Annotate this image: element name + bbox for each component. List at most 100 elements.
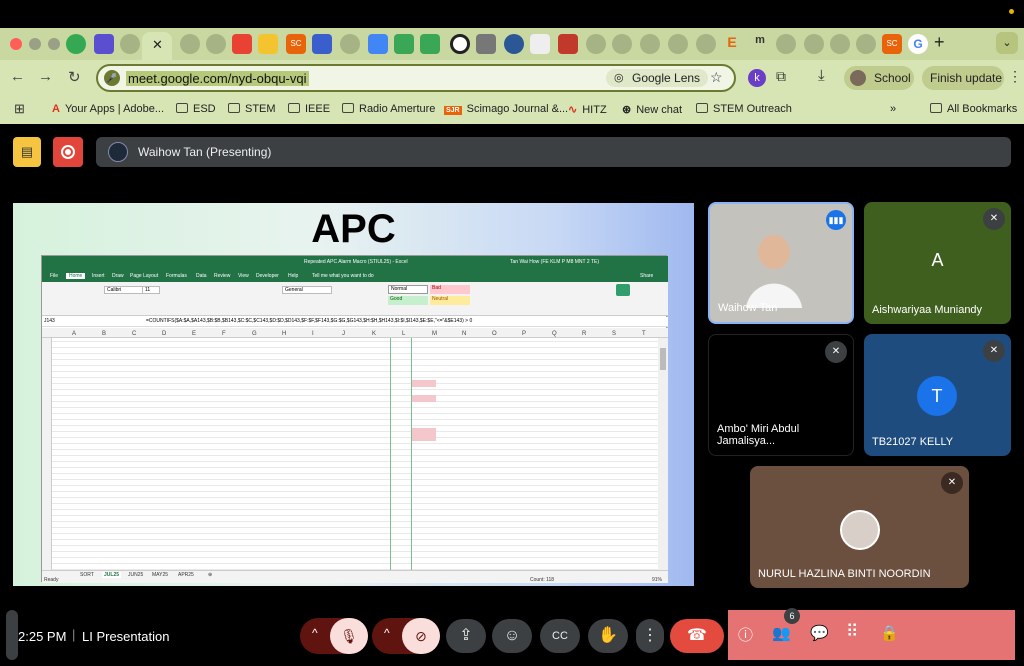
style-bad[interactable]: Bad — [430, 285, 470, 294]
column-header[interactable]: L — [402, 331, 405, 337]
tab-favicon[interactable] — [530, 34, 550, 54]
participant-tile-waihow[interactable]: ▮▮▮ Waihow Tan — [708, 202, 854, 324]
column-header[interactable]: M — [432, 331, 437, 337]
column-header[interactable]: Q — [552, 331, 557, 337]
scrollbar-thumb[interactable] — [660, 348, 666, 370]
download-icon[interactable]: ⤓ — [818, 67, 825, 84]
bookmark-stem-outreach[interactable]: STEM Outreach — [696, 103, 792, 115]
column-header[interactable]: G — [252, 331, 257, 337]
finish-update-button[interactable]: Finish update — [922, 66, 1004, 90]
side-handle[interactable] — [6, 610, 18, 660]
tab-favicon[interactable] — [558, 34, 578, 54]
ribbon-tab[interactable]: Page Layout — [130, 273, 158, 279]
tab-favicon[interactable] — [856, 34, 876, 54]
close-window-button[interactable] — [10, 38, 22, 50]
address-bar[interactable]: 🎤 meet.google.com/nyd-obqu-vqi ◎ Google … — [96, 64, 736, 92]
column-header[interactable]: F — [222, 331, 226, 337]
bookmark-stem[interactable]: STEM — [228, 103, 276, 115]
recording-button[interactable] — [53, 137, 83, 167]
tab-favicon[interactable] — [504, 34, 524, 54]
tab-favicon[interactable] — [94, 34, 114, 54]
column-header[interactable]: H — [282, 331, 286, 337]
maximize-window-button[interactable] — [48, 38, 60, 50]
column-header[interactable]: B — [102, 331, 106, 337]
ribbon-tab[interactable]: View — [238, 273, 249, 279]
bookmark-adobe[interactable]: A Your Apps | Adobe... — [52, 103, 164, 115]
tab-favicon[interactable] — [476, 34, 496, 54]
url-text[interactable]: meet.google.com/nyd-obqu-vqi — [126, 71, 309, 86]
tab-favicon[interactable]: SC — [882, 34, 902, 54]
participant-tile-aishwariyaa[interactable]: ✕ A Aishwariyaa Muniandy — [864, 202, 1011, 324]
bookmark-new-chat[interactable]: ⊛ New chat — [622, 103, 682, 116]
tab-favicon[interactable] — [120, 34, 140, 54]
column-header[interactable]: S — [612, 331, 616, 337]
bookmark-ieee[interactable]: IEEE — [288, 103, 330, 115]
ribbon-tab[interactable]: Help — [288, 273, 298, 279]
style-good[interactable]: Good — [388, 296, 428, 305]
bookmark-star-icon[interactable]: ☆ — [710, 69, 723, 86]
reload-button[interactable]: ↻ — [68, 68, 81, 86]
tab-favicon[interactable] — [640, 34, 660, 54]
tell-me-box[interactable]: Tell me what you want to do — [312, 273, 374, 279]
tab-favicon[interactable] — [776, 34, 796, 54]
bookmark-scimago[interactable]: SJR Scimago Journal &... — [444, 103, 568, 115]
ribbon-tab[interactable]: Home — [66, 273, 86, 279]
new-tab-button[interactable]: + — [934, 32, 945, 53]
tab-favicon[interactable] — [420, 34, 440, 54]
mic-toggle-button[interactable]: 🎙 — [330, 618, 368, 654]
tab-favicon[interactable] — [612, 34, 632, 54]
minimize-window-button[interactable] — [29, 38, 41, 50]
chat-icon[interactable]: 💬 — [810, 624, 829, 642]
all-bookmarks[interactable]: All Bookmarks — [930, 103, 1017, 115]
close-icon[interactable]: ✕ — [152, 37, 163, 53]
menu-kebab-icon[interactable]: ⋮ — [1008, 68, 1022, 85]
profile-button[interactable]: School — [844, 66, 914, 90]
bookmark-radio[interactable]: Radio Amerture — [342, 103, 435, 115]
ribbon-tab[interactable]: Formulas — [166, 273, 187, 279]
google-lens-button[interactable]: ◎ Google Lens — [606, 69, 709, 87]
presentation-icon[interactable]: ▤ — [13, 137, 41, 167]
tab-search-button[interactable]: ⌄ — [996, 32, 1018, 54]
tab-favicon[interactable] — [340, 34, 360, 54]
extension-button[interactable]: k — [748, 69, 766, 87]
reactions-button[interactable]: ☺ — [492, 619, 532, 653]
column-header[interactable]: I — [312, 331, 314, 337]
tab-favicon[interactable]: m — [750, 34, 770, 54]
gmail-tab-icon[interactable] — [232, 34, 252, 54]
column-header[interactable]: N — [462, 331, 466, 337]
tab-favicon[interactable] — [206, 34, 226, 54]
number-format-box[interactable]: General — [282, 286, 332, 294]
tab-favicon[interactable] — [830, 34, 850, 54]
forward-button[interactable]: → — [38, 68, 53, 85]
tab-favicon[interactable] — [450, 34, 470, 54]
participant-tile-ambo[interactable]: ✕ Ambo' Miri Abdul Jamalisya... — [708, 334, 854, 456]
column-header[interactable]: D — [162, 331, 166, 337]
style-neutral[interactable]: Neutral — [430, 296, 470, 305]
ribbon-tab[interactable]: Developer — [256, 273, 279, 279]
ribbon-tab[interactable]: Insert — [92, 273, 105, 279]
column-header[interactable]: C — [132, 331, 136, 337]
column-header[interactable]: T — [642, 331, 646, 337]
mic-options-chevron-icon[interactable]: ^ — [312, 626, 318, 640]
ribbon-tab[interactable]: Review — [214, 273, 230, 279]
style-normal[interactable]: Normal — [388, 285, 428, 294]
captions-button[interactable]: CC — [540, 619, 580, 653]
people-icon[interactable]: 👥 — [772, 624, 791, 642]
column-header[interactable]: J — [342, 331, 345, 337]
share-button[interactable]: Share — [640, 273, 653, 279]
column-header[interactable]: K — [372, 331, 376, 337]
bookmark-esd[interactable]: ESD — [176, 103, 216, 115]
back-button[interactable]: ← — [10, 68, 25, 85]
tab-favicon[interactable]: SC — [286, 34, 306, 54]
tab-favicon[interactable] — [586, 34, 606, 54]
participant-tile-nurul[interactable]: ✕ NURUL HAZLINA BINTI NOORDIN — [750, 466, 969, 588]
column-header[interactable]: O — [492, 331, 497, 337]
formula-text[interactable]: =COUNTIFS($A:$A,$A143,$B:$B,$B143,$C:$C,… — [146, 318, 472, 324]
leave-call-button[interactable]: ☎ — [670, 619, 724, 653]
ribbon-tab[interactable]: File — [50, 273, 58, 279]
column-header[interactable]: E — [192, 331, 196, 337]
column-header[interactable]: A — [72, 331, 76, 337]
activities-icon[interactable]: ⠿ — [846, 622, 858, 642]
tab-favicon[interactable] — [696, 34, 716, 54]
raise-hand-button[interactable]: ✋ — [588, 619, 628, 653]
